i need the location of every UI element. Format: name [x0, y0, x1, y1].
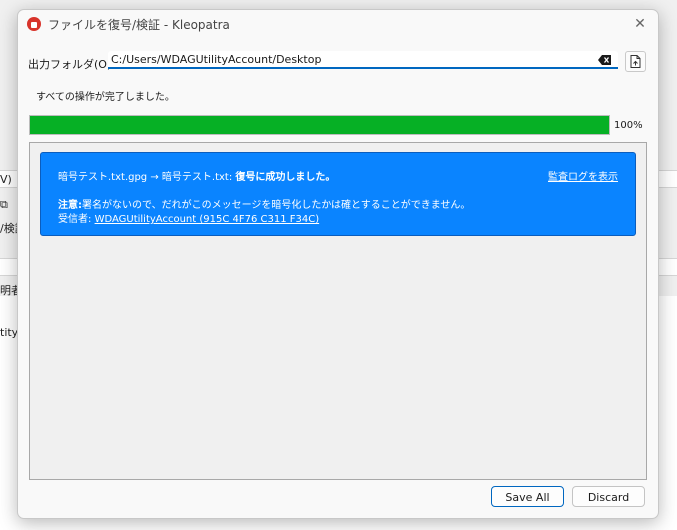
decrypt-verify-dialog: ファイルを復号/検証 - Kleopatra ✕ 出力フォルダ(O): すべての… [17, 9, 659, 519]
recipient-label: 受信者: [58, 214, 92, 225]
result-note: 注意:署名がないので、だれがこのメッセージを暗号化したかは確とすることができませ… [58, 196, 470, 211]
kleopatra-app-icon [27, 17, 41, 31]
result-summary: 暗号テスト.txt.gpg → 暗号テスト.txt: 復号に成功しました。 [58, 168, 335, 183]
browse-folder-button[interactable] [625, 51, 646, 72]
window-title: ファイルを復号/検証 - Kleopatra [48, 18, 230, 32]
discard-button[interactable]: Discard [572, 486, 645, 507]
progress-bar [29, 115, 610, 135]
result-panel: 暗号テスト.txt.gpg → 暗号テスト.txt: 復号に成功しました。 監査… [29, 142, 647, 480]
result-message-box: 暗号テスト.txt.gpg → 暗号テスト.txt: 復号に成功しました。 監査… [40, 152, 636, 236]
progress-percent: 100% [614, 120, 643, 131]
result-success-text: 復号に成功しました。 [235, 172, 336, 183]
title-bar[interactable]: ファイルを復号/検証 - Kleopatra ✕ [18, 10, 658, 38]
background-menu-text: V) [0, 173, 12, 186]
show-audit-log-link[interactable]: 監査ログを表示 [548, 168, 618, 183]
close-button[interactable]: ✕ [630, 14, 650, 34]
progress-bar-fill [30, 116, 609, 134]
document-open-icon [630, 55, 641, 68]
result-file-flow: 暗号テスト.txt.gpg → 暗号テスト.txt: [58, 172, 233, 183]
clear-text-icon[interactable] [598, 55, 611, 65]
recipient-link[interactable]: WDAGUtilityAccount (915C 4F76 C311 F34C) [95, 214, 320, 225]
save-all-button[interactable]: Save All [491, 486, 564, 507]
background-toolbar-icon: ⧉ [0, 198, 8, 211]
output-folder-label: 出力フォルダ(O): [28, 58, 115, 71]
result-recipient: 受信者: WDAGUtilityAccount (915C 4F76 C311 … [58, 210, 319, 225]
status-text: すべての操作が完了しました。 [36, 92, 175, 103]
output-folder-input[interactable] [108, 51, 618, 69]
